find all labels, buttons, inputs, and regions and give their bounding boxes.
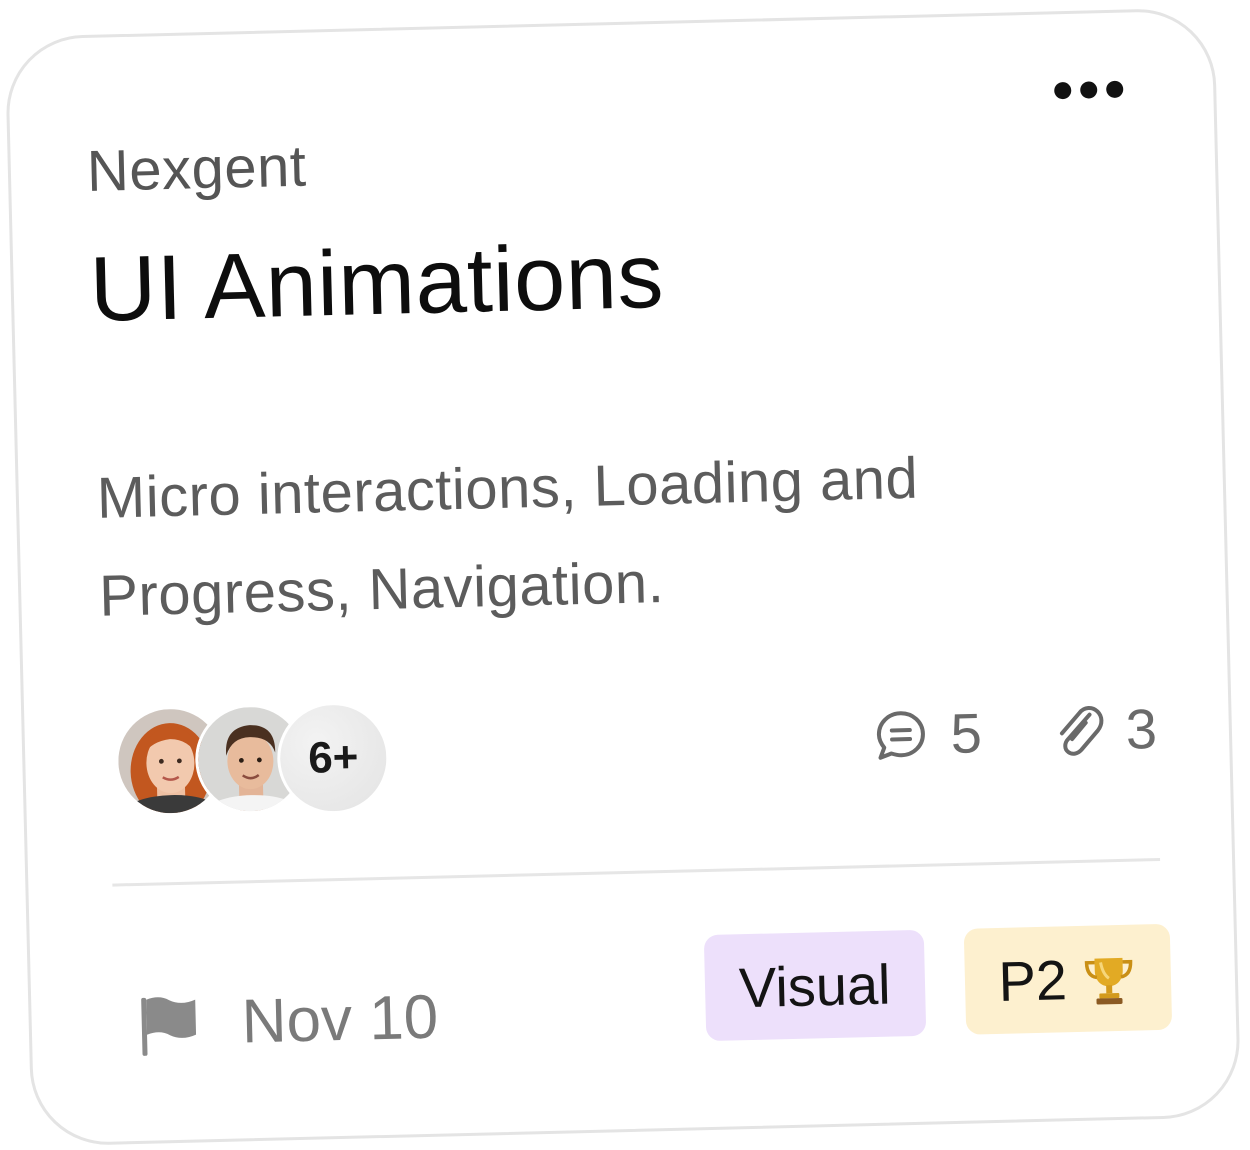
card-title: UI Animations [88,224,665,341]
card-description: Micro interactions, Loading and Progress… [96,445,920,629]
attachments-stat[interactable]: 3 [1051,696,1158,764]
dot [1106,80,1124,99]
dot [1080,81,1098,99]
tag-label: Visual [738,952,892,1019]
flag-icon [141,996,197,1056]
divider [112,857,1161,887]
attachments-count: 3 [1124,697,1158,761]
task-card[interactable]: Nexgent UI Animations Micro interactions… [4,7,1242,1147]
card-stats: 5 3 [872,696,1158,768]
organization-name: Nexgent [86,133,308,204]
due-date[interactable]: Nov 10 [135,982,439,1060]
due-date-text: Nov 10 [240,982,439,1057]
tag-label: P2 [997,947,1068,1013]
comments-count: 5 [949,701,983,766]
more-options-button[interactable] [1048,74,1130,105]
dot [1054,81,1072,100]
tag-list: Visual P2 [703,923,1173,1042]
tag-visual[interactable]: Visual [703,929,926,1042]
more-members-badge[interactable]: 6+ [275,700,391,816]
comment-icon [876,710,925,760]
tag-priority[interactable]: P2 [963,923,1173,1035]
member-avatars[interactable]: 6+ [114,700,391,823]
trophy-icon [1084,957,1133,1005]
comments-stat[interactable]: 5 [872,700,983,768]
stage: Nexgent UI Animations Micro interactions… [0,0,1250,1150]
paperclip-icon [1059,705,1104,756]
